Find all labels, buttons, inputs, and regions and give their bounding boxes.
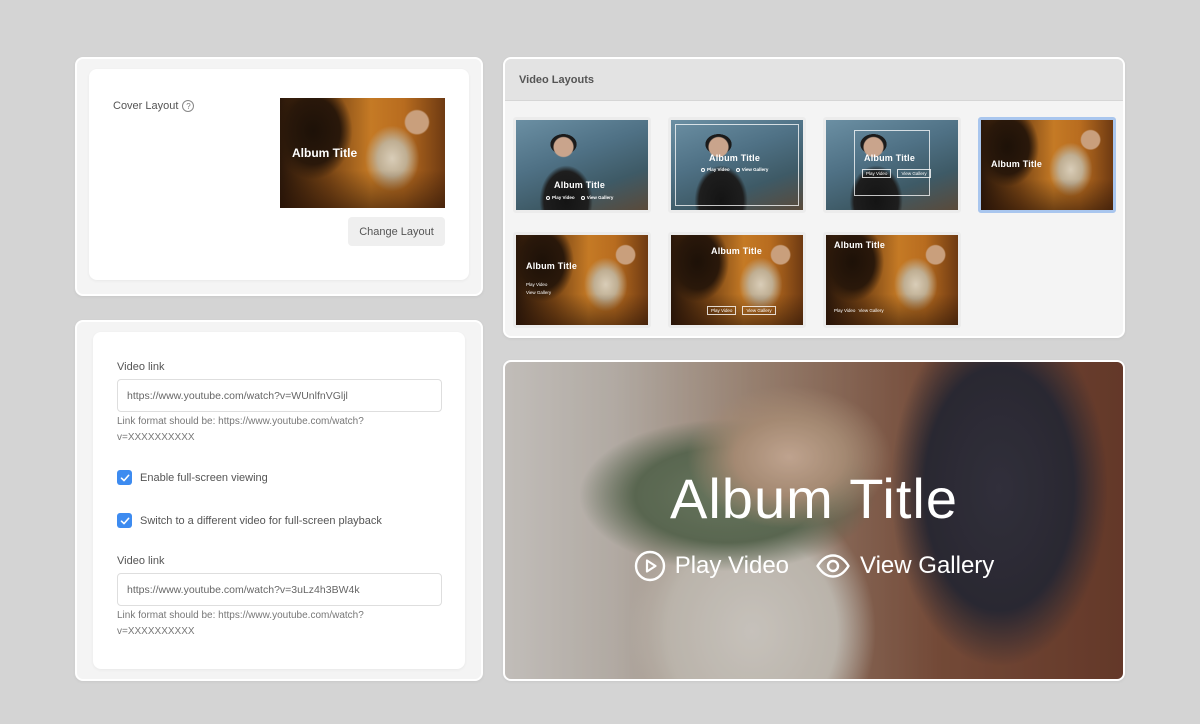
play-circle-icon xyxy=(701,167,705,172)
cover-layout-thumbnail: Album Title xyxy=(280,98,445,208)
layout-thumbnail: Album Title Play Video View Gallery xyxy=(671,120,803,210)
fullscreen-checkbox[interactable] xyxy=(117,470,132,485)
checkmark-icon xyxy=(120,517,129,524)
layout-title: Album Title xyxy=(991,159,1043,169)
layout-play-label: Play Video xyxy=(552,195,575,200)
layout-option-5[interactable]: Album Title Play Video View Gallery xyxy=(513,232,651,328)
eye-icon xyxy=(735,167,740,172)
layout-title: Album Title xyxy=(834,240,886,250)
layout-thumbnail: Album Title Play Video View Gallery xyxy=(826,120,958,210)
play-video-button[interactable]: Play Video xyxy=(634,550,789,582)
layout-thumbnail: Album Title xyxy=(981,120,1113,210)
preview-actions: Play Video View Gallery xyxy=(505,550,1123,582)
layout-actions: Play Video View Gallery xyxy=(707,306,776,315)
cover-layout-panel: Cover Layout ? Album Title Change Layout xyxy=(75,57,483,296)
fullscreen-video-link-input[interactable] xyxy=(117,573,442,606)
layout-frame xyxy=(675,124,799,206)
preview-album-title: Album Title xyxy=(670,467,958,530)
layout-gallery-label: View Gallery xyxy=(741,167,769,172)
layout-gallery-label: View Gallery xyxy=(526,290,552,295)
video-layouts-header: Video Layouts xyxy=(505,59,1123,101)
layout-play-label: Play Video xyxy=(707,167,730,172)
layout-play-label: Play Video xyxy=(834,308,856,313)
fullscreen-option[interactable]: Enable full-screen viewing xyxy=(117,470,268,485)
video-settings-panel: Video link Link format should be: https:… xyxy=(75,320,483,681)
cover-layout-card: Cover Layout ? Album Title Change Layout xyxy=(89,69,469,280)
eye-icon xyxy=(580,195,585,200)
layout-gallery-label: View Gallery xyxy=(742,306,776,315)
layout-gallery-label: View Gallery xyxy=(897,169,931,178)
layout-title: Album Title xyxy=(554,180,606,190)
layout-play-label: Play Video xyxy=(862,169,892,178)
layout-title: Album Title xyxy=(526,261,578,271)
checkmark-icon xyxy=(120,474,129,481)
switch-video-label: Switch to a different video for full-scr… xyxy=(140,514,382,527)
fullscreen-video-link-label: Video link xyxy=(117,555,165,567)
layout-option-7[interactable]: Album Title Play Video View Gallery xyxy=(823,232,961,328)
layout-actions: Play Video View Gallery xyxy=(526,281,551,297)
layout-play: Play Video xyxy=(701,167,730,172)
video-link-input[interactable] xyxy=(117,379,442,412)
switch-video-checkbox[interactable] xyxy=(117,513,132,528)
layout-actions: Play Video View Gallery xyxy=(546,195,613,200)
layout-option-1[interactable]: Album Title Play Video View Gallery xyxy=(513,117,651,213)
eye-icon xyxy=(816,554,850,578)
cover-layout-text: Cover Layout xyxy=(113,100,179,112)
layout-thumbnail: Album Title Play Video View Gallery xyxy=(671,235,803,325)
layout-gallery-label: View Gallery xyxy=(858,308,884,313)
layout-title: Album Title xyxy=(709,153,761,163)
fullscreen-label: Enable full-screen viewing xyxy=(140,471,268,484)
layout-actions: Play Video View Gallery xyxy=(862,169,931,178)
cover-preview-panel: Album Title Play Video View Gallery xyxy=(503,360,1125,681)
layout-gallery: View Gallery xyxy=(735,167,769,172)
video-layouts-panel: Video Layouts Album Title Play Video Vie… xyxy=(503,57,1125,338)
layout-title: Album Title xyxy=(711,246,763,256)
view-gallery-button[interactable]: View Gallery xyxy=(815,550,994,582)
cover-layout-label: Cover Layout ? xyxy=(113,100,195,112)
help-icon[interactable]: ? xyxy=(182,100,195,112)
video-link-hint: Link format should be: https://www.youtu… xyxy=(117,416,364,443)
layout-gallery: View Gallery xyxy=(580,195,614,200)
layout-option-4-selected[interactable]: Album Title xyxy=(978,117,1116,213)
play-circle-icon xyxy=(546,195,550,200)
cover-thumbnail-title: Album Title xyxy=(292,146,358,160)
layout-play-label: Play Video xyxy=(526,282,548,287)
layout-actions: Play Video View Gallery xyxy=(701,167,768,172)
layout-actions: Play Video View Gallery xyxy=(834,308,884,313)
view-gallery-label: View Gallery xyxy=(860,552,995,579)
video-settings-card: Video link Link format should be: https:… xyxy=(93,332,465,669)
layout-thumbnail: Album Title Play Video View Gallery xyxy=(826,235,958,325)
layout-option-6[interactable]: Album Title Play Video View Gallery xyxy=(668,232,806,328)
layout-gallery-label: View Gallery xyxy=(586,195,614,200)
layout-thumbnail: Album Title Play Video View Gallery xyxy=(516,120,648,210)
layout-option-3[interactable]: Album Title Play Video View Gallery xyxy=(823,117,961,213)
layout-play-label: Play Video xyxy=(707,306,737,315)
layout-title: Album Title xyxy=(864,153,916,163)
change-layout-button[interactable]: Change Layout xyxy=(348,217,445,246)
layout-frame xyxy=(854,130,930,196)
play-circle-icon xyxy=(634,550,665,582)
video-link-label: Video link xyxy=(117,361,165,373)
fullscreen-video-link-hint: Link format should be: https://www.youtu… xyxy=(117,610,364,637)
layout-option-2[interactable]: Album Title Play Video View Gallery xyxy=(668,117,806,213)
layout-thumbnail: Album Title Play Video View Gallery xyxy=(516,235,648,325)
play-video-label: Play Video xyxy=(674,552,790,579)
switch-video-option[interactable]: Switch to a different video for full-scr… xyxy=(117,513,382,528)
layout-play: Play Video xyxy=(546,195,575,200)
